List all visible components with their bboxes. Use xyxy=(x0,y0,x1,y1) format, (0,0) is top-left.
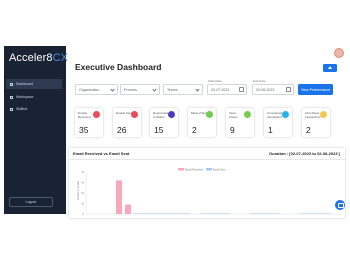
stat-card-label: First Reply Interactions xyxy=(305,111,321,119)
calendar-icon xyxy=(286,87,291,92)
email-icon xyxy=(93,111,100,118)
organization-select[interactable]: Organization xyxy=(75,84,118,95)
chart-panel-duration: Duration : [02-07-2023 to 02-08-2023 ] xyxy=(269,151,340,156)
warning-icon xyxy=(282,111,289,118)
user-avatar[interactable] xyxy=(334,48,344,58)
stat-card-emails-received: Emails Received 35 xyxy=(75,108,103,137)
organization-select-label: Organization xyxy=(79,87,100,92)
calendar-icon xyxy=(239,87,244,92)
reply-icon xyxy=(168,111,175,118)
stat-card-label: Emails Sent xyxy=(116,111,133,115)
start-date-label: Start Date xyxy=(208,79,222,83)
teams-select[interactable]: Teams xyxy=(163,84,203,95)
stat-card-value: 2 xyxy=(306,125,311,135)
stat-card-unresolved: Unresolved Interactions 1 xyxy=(264,108,292,137)
sidebar-item-skillbot[interactable]: Skillbot xyxy=(6,104,62,114)
stat-card-emails-sent: Emails Sent 26 xyxy=(113,108,141,137)
logout-label: Logout xyxy=(25,200,37,204)
stat-card-value: 35 xyxy=(79,125,89,135)
stat-card-value: 2 xyxy=(192,125,197,135)
stat-card-open-cases: Open Cases 9 xyxy=(226,108,254,137)
chart-panel-title: Email Received vs Email Sent xyxy=(73,151,130,156)
stat-card-label: Responded to Within xyxy=(153,111,169,119)
process-select-label: Process xyxy=(124,87,137,92)
chevron-down-icon xyxy=(110,87,115,92)
stat-card-value: 9 xyxy=(230,125,235,135)
divider xyxy=(69,159,345,160)
end-date-value: 02-08-2023 xyxy=(256,87,275,92)
send-icon xyxy=(131,111,138,118)
workspace-icon xyxy=(10,95,13,99)
chat-button[interactable] xyxy=(335,200,345,210)
stat-card-label: Unresolved Interactions xyxy=(267,111,283,119)
process-select[interactable]: Process xyxy=(120,84,160,95)
dashboard-icon xyxy=(10,82,13,86)
brand-logo: Acceler8CX xyxy=(9,52,69,64)
stat-card-value: 15 xyxy=(154,125,164,135)
stat-card-responded: Responded to Within 15 xyxy=(150,108,178,137)
start-date-input[interactable]: 02-07-2023 xyxy=(207,84,247,95)
clock-icon xyxy=(206,111,213,118)
sidebar xyxy=(4,46,66,214)
end-date-input[interactable]: 02-08-2023 xyxy=(252,84,294,95)
sidebar-item-label: Dashboard xyxy=(16,82,34,86)
stat-card-value: 1 xyxy=(268,125,273,135)
app-window: Acceler8CX Dashboard Workspace Skillbot … xyxy=(0,0,350,263)
page-title: Executive Dashboard xyxy=(75,62,162,72)
upload-icon xyxy=(328,66,332,69)
stat-card-label: Open Cases xyxy=(229,111,238,119)
start-date-value: 02-07-2023 xyxy=(211,87,230,92)
stat-card-missed-sla: Missed SLA 2 xyxy=(188,108,216,137)
sidebar-item-dashboard[interactable]: Dashboard xyxy=(6,79,62,89)
stat-card-label: Emails Received xyxy=(78,111,91,119)
skillbot-icon xyxy=(10,107,13,111)
sidebar-item-workspace[interactable]: Workspace xyxy=(6,92,62,102)
stat-card-value: 26 xyxy=(117,125,127,135)
chevron-down-icon xyxy=(195,87,200,92)
star-icon xyxy=(320,111,327,118)
teams-select-label: Teams xyxy=(167,87,178,92)
logout-button[interactable]: Logout xyxy=(9,197,53,207)
sidebar-item-label: Workspace xyxy=(16,95,34,99)
chevron-down-icon xyxy=(152,87,157,92)
stat-card-label: Missed SLA xyxy=(191,111,208,115)
sidebar-item-label: Skillbot xyxy=(16,107,28,111)
stat-card-first-reply: First Reply Interactions 2 xyxy=(302,108,330,137)
folder-icon xyxy=(244,111,251,118)
view-performance-button[interactable]: View Performance xyxy=(298,84,333,95)
end-date-label: End Date xyxy=(253,79,266,83)
upload-button[interactable] xyxy=(323,64,337,72)
